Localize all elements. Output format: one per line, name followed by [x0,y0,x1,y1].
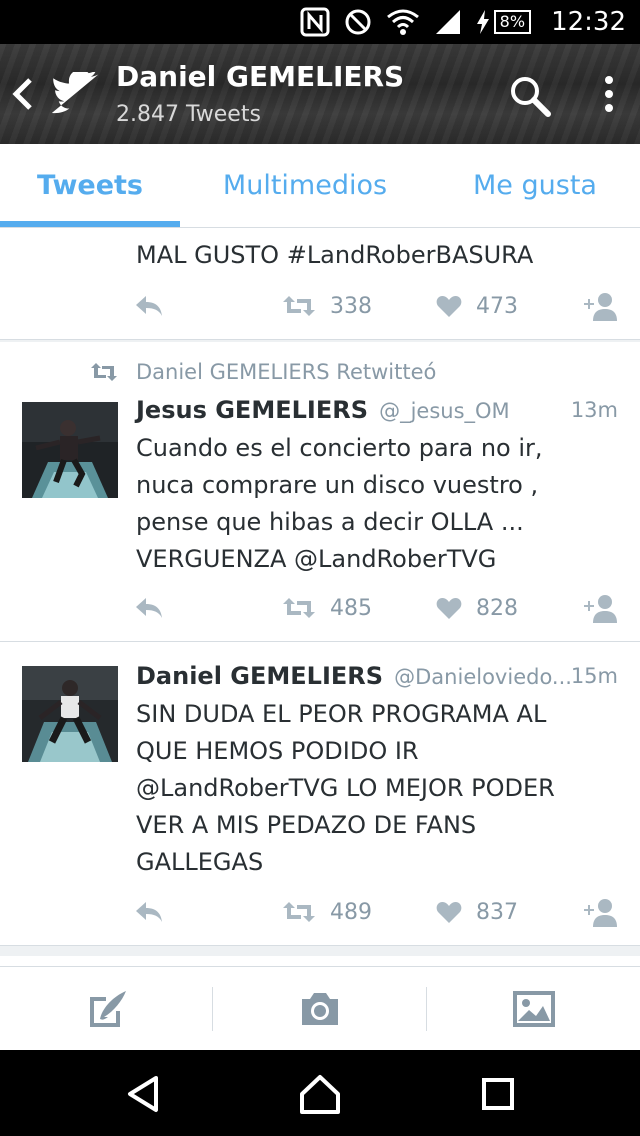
retweet-small-icon [91,363,117,381]
reply-button[interactable] [134,892,164,932]
follow-icon [584,899,617,927]
retweet-icon [283,902,315,922]
like-button[interactable]: 837 [436,892,518,932]
compose-icon[interactable] [86,987,130,1031]
tweet-text-line: nuca comprare un disco vuestro , [136,471,539,499]
author-handle[interactable]: @_jesus_OM [379,399,510,423]
tweet-item[interactable]: Daniel GEMELIERS Retwitteó Jesus GEMELIE… [0,342,640,642]
profile-name: Daniel GEMELIERS [116,60,405,93]
tab-me-gusta[interactable]: Me gusta [430,144,640,228]
follow-button[interactable] [580,286,618,326]
tweet-text: Cuando es el concierto para no ir, nuca … [136,430,616,578]
reply-button[interactable] [134,286,164,326]
reply-icon [136,296,162,316]
back-icon[interactable] [8,74,38,114]
profile-header: Daniel GEMELIERS 2.847 Tweets [0,44,640,144]
follow-icon [584,293,617,321]
like-button[interactable]: 473 [436,286,518,326]
avatar-photo [22,402,118,498]
tweet-actions: 485 828 [0,588,640,628]
avatar[interactable] [22,402,118,498]
tweet-text-line: pense que hibas a decir OLLA ... [136,508,524,536]
tweet-text: base de confundir el HUMOR con el MAL GU… [136,228,616,274]
heart-icon [436,902,462,923]
retweet-count: 485 [330,595,372,621]
battery-indicator: 8% [476,10,532,34]
like-button[interactable]: 828 [436,588,518,628]
tweet-text-line: MAL GUSTO #LandRoberBASURA [136,241,534,269]
do-not-disturb-icon [345,9,371,35]
tweet-timestamp: 15m [570,664,618,688]
reply-icon [136,598,162,618]
timeline[interactable]: base de confundir el HUMOR con el MAL GU… [0,228,640,968]
retweet-icon [283,598,315,618]
screen: 8% 12:32 Daniel GEMELIERS 2.847 Tweets T… [0,0,640,1136]
tweet-text-line: VERGUENZA @LandRoberTVG [136,545,497,573]
author-handle[interactable]: @Danieloviedo... [394,665,572,689]
tweet-item[interactable]: base de confundir el HUMOR con el MAL GU… [0,228,640,340]
recents-nav-icon[interactable] [476,1072,520,1116]
status-bar: 8% 12:32 [0,0,640,44]
system-navigation-bar [0,1050,640,1136]
retweet-button[interactable]: 485 [282,588,372,628]
tweet-text-line: Cuando es el concierto para no ir, [136,434,543,462]
twitter-bird-icon [52,72,99,114]
divider [426,987,427,1031]
nfc-icon [300,7,330,37]
tweet-text: SIN DUDA EL PEOR PROGRAMA AL QUE HEMOS P… [136,696,616,881]
tab-tweets[interactable]: Tweets [0,144,180,228]
clock: 12:32 [551,7,626,37]
tab-multimedios[interactable]: Multimedios [180,144,430,228]
active-tab-indicator [0,221,180,227]
profile-tabs: Tweets Multimedios Me gusta [0,144,640,228]
author-name[interactable]: Daniel GEMELIERS [136,662,383,690]
reply-icon [136,902,162,922]
follow-button[interactable] [580,892,618,932]
tweet-text-line: VER A MIS PEDAZO DE FANS [136,811,477,839]
retweet-icon [283,296,315,316]
retweet-count: 338 [330,293,372,319]
battery-level: 8% [493,10,532,34]
charging-bolt-icon [476,10,489,34]
tweet-actions: 338 473 [0,286,640,326]
tweet-text-line: SIN DUDA EL PEOR PROGRAMA AL [136,700,547,728]
wifi-icon [386,9,419,35]
follow-button[interactable] [580,588,618,628]
follow-icon [584,595,617,623]
more-vertical-icon[interactable] [594,72,624,116]
tweet-actions: 489 837 [0,892,640,932]
avatar-photo [22,666,118,762]
camera-icon[interactable] [298,987,342,1031]
tweet-text-line: GALLEGAS [136,848,264,876]
tweet-author: Jesus GEMELIERS @_jesus_OM [136,396,510,424]
compose-bar [0,966,640,1050]
retweet-button[interactable]: 338 [282,286,372,326]
back-nav-icon[interactable] [122,1072,166,1116]
signal-icon [435,10,460,34]
like-count: 828 [476,595,518,621]
tweet-item[interactable]: Daniel GEMELIERS @Danieloviedo... 15m SI… [0,642,640,946]
tweet-text-line: base de confundir el HUMOR con el [136,228,616,237]
avatar[interactable] [22,666,118,762]
tweet-count: 2.847 Tweets [116,102,261,127]
retweet-button[interactable]: 489 [282,892,372,932]
like-count: 837 [476,899,518,925]
status-icons: 8% 12:32 [300,0,640,44]
author-name[interactable]: Jesus GEMELIERS [136,396,368,424]
gallery-icon[interactable] [512,987,556,1031]
tweet-text-line: QUE HEMOS PODIDO IR [136,737,419,765]
tweet-author: Daniel GEMELIERS @Danieloviedo... [136,662,572,690]
retweet-count: 489 [330,899,372,925]
heart-icon [436,296,462,317]
home-nav-icon[interactable] [298,1072,342,1116]
divider [212,987,213,1031]
tweet-text-line: @LandRoberTVG LO MEJOR PODER [136,774,555,802]
reply-button[interactable] [134,588,164,628]
tweet-timestamp: 13m [570,398,618,422]
retweeted-by: Daniel GEMELIERS Retwitteó [136,360,437,384]
heart-icon [436,598,462,619]
search-icon[interactable] [508,74,552,118]
like-count: 473 [476,293,518,319]
